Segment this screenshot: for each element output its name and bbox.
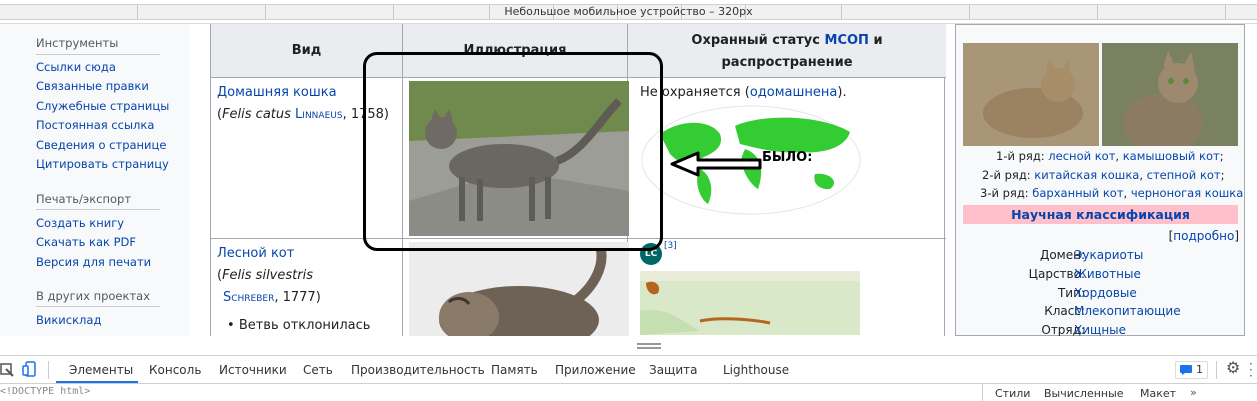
divider	[36, 306, 160, 307]
rank-value[interactable]: Эукариоты	[1074, 248, 1143, 262]
divider	[36, 54, 160, 55]
table-row-status-cell: LC [3]	[628, 239, 946, 336]
sidebar-heading-projects: В других проектах	[36, 289, 151, 303]
author-link[interactable]: Schreber	[223, 290, 274, 305]
annotation-label: БЫЛО:	[762, 150, 813, 165]
tab-computed[interactable]: Вычисленные	[1044, 387, 1124, 400]
sidebar-link[interactable]: Служебные страницы	[36, 99, 169, 113]
divider	[982, 384, 983, 401]
sidebar: Инструменты Ссылки сюда Связанные правки…	[0, 24, 190, 336]
rank-label: Отряд:	[1041, 323, 1085, 336]
sidebar-link[interactable]: Ссылки сюда	[36, 60, 116, 74]
inspect-icon[interactable]	[0, 363, 14, 377]
caption-link[interactable]: барханный кот	[1032, 186, 1123, 200]
sidebar-link[interactable]: Скачать как PDF	[36, 235, 136, 249]
device-toggle-icon[interactable]	[22, 361, 38, 377]
page-viewport: Инструменты Ссылки сюда Связанные правки…	[0, 24, 1257, 336]
rank-label: Класс:	[1044, 304, 1085, 318]
table-row-species-cell: Лесной кот (Felis silvestris Schreber, 1…	[211, 239, 403, 336]
tab-memory[interactable]: Память	[491, 363, 538, 377]
highlight-box	[363, 52, 663, 251]
rank-value[interactable]: Хищные	[1074, 323, 1126, 336]
infobox-caption-row1: 1-й ряд: лесной кот, камышовый кот;	[996, 149, 1224, 163]
wildcat-range-map[interactable]	[640, 271, 860, 335]
chevron-right-icon[interactable]: »	[1190, 386, 1197, 399]
devtools-splitter[interactable]	[0, 336, 1257, 356]
infobox: 1-й ряд: лесной кот, камышовый кот; 2-й …	[955, 24, 1245, 336]
tab-layout[interactable]: Макет	[1140, 387, 1176, 400]
sidebar-link[interactable]: Создать книгу	[36, 216, 124, 230]
divider	[36, 209, 160, 210]
rank-value[interactable]: Млекопитающие	[1074, 304, 1181, 318]
issues-counter[interactable]: 1	[1175, 361, 1208, 379]
sidebar-link[interactable]: Викисклад	[36, 313, 101, 327]
sidebar-heading-print: Печать/экспорт	[36, 192, 132, 206]
latin-name: Felis silvestris	[222, 268, 313, 283]
sidebar-link[interactable]: Версия для печати	[36, 255, 151, 269]
sidebar-link[interactable]: Цитировать страницу	[36, 157, 169, 171]
tab-performance[interactable]: Производительность	[351, 363, 485, 377]
details-link[interactable]: подробно	[1173, 229, 1234, 243]
rank-value[interactable]: Животные	[1074, 267, 1141, 281]
tab-styles[interactable]: Стили	[995, 387, 1030, 400]
drag-handle-icon[interactable]	[637, 343, 661, 349]
rank-label: Домен:	[1039, 248, 1085, 262]
status-link[interactable]: одомашнена	[750, 85, 838, 100]
classification-header: Научная классификация	[963, 205, 1238, 224]
sidebar-link[interactable]: Постоянная ссылка	[36, 118, 154, 132]
caption-link[interactable]: степной кот	[1147, 168, 1221, 182]
caption-link[interactable]: китайская кошка	[1034, 168, 1139, 182]
classification-link[interactable]: Научная классификация	[1011, 207, 1190, 222]
issues-icon	[1180, 365, 1192, 375]
rank-label: Царство:	[1028, 267, 1085, 281]
divider	[48, 361, 49, 379]
tab-application[interactable]: Приложение	[555, 363, 636, 377]
author-link[interactable]: Linnaeus	[295, 107, 343, 122]
wildcat-photo[interactable]	[409, 242, 629, 336]
tab-security[interactable]: Защита	[649, 363, 698, 377]
settings-icon[interactable]: ⚙	[1226, 358, 1240, 377]
rank-label: Тип:	[1057, 286, 1085, 300]
caption-link[interactable]: лесной кот	[1048, 149, 1115, 163]
caption-link[interactable]: камышовый кот	[1123, 149, 1220, 163]
device-toolbar: Небольшое мобильное устройство – 320px	[0, 0, 1257, 24]
tab-network[interactable]: Сеть	[303, 363, 333, 377]
infobox-cats-collage[interactable]	[963, 43, 1238, 146]
tab-elements[interactable]: Элементы	[69, 363, 133, 377]
more-icon[interactable]: · · ·	[1249, 358, 1255, 382]
bullet-icon: •	[227, 318, 239, 333]
sidebar-link[interactable]: Связанные правки	[36, 79, 149, 93]
tab-lighthouse[interactable]: Lighthouse	[723, 363, 789, 377]
latin-name: Felis catus	[222, 107, 291, 122]
species-link-wildcat[interactable]: Лесной кот	[217, 246, 294, 261]
devtools-subpanel: <!DOCTYPE html> Стили Вычисленные Макет …	[0, 383, 1257, 401]
rank-value[interactable]: Хордовые	[1074, 286, 1137, 300]
infobox-caption-row3: 3-й ряд: барханный кот, черноногая кошка	[980, 186, 1244, 200]
tab-sources[interactable]: Источники	[219, 363, 287, 377]
iucn-link[interactable]: МСОП	[825, 33, 869, 48]
tab-console[interactable]: Консоль	[149, 363, 201, 377]
elements-tree-line[interactable]: <!DOCTYPE html>	[0, 386, 90, 397]
reference-link[interactable]: [3]	[664, 241, 677, 251]
details-toggle: [подробно]	[1168, 229, 1239, 243]
caption-link[interactable]: черноногая кошка	[1131, 186, 1243, 200]
infobox-caption-row2: 2-й ряд: китайская кошка, степной кот;	[982, 168, 1225, 182]
bullet-text: Ветвь отклонилась	[238, 318, 371, 333]
divider	[1216, 361, 1217, 379]
sidebar-link[interactable]: Сведения о странице	[36, 138, 166, 152]
device-size-label: Небольшое мобильное устройство – 320px	[504, 5, 753, 18]
sidebar-heading-tools: Инструменты	[36, 36, 119, 50]
table-row-image-cell	[403, 239, 629, 336]
species-link-domestic-cat[interactable]: Домашняя кошка	[217, 85, 337, 100]
column-header-status: Охранный статус МСОП и распространение	[628, 24, 946, 78]
